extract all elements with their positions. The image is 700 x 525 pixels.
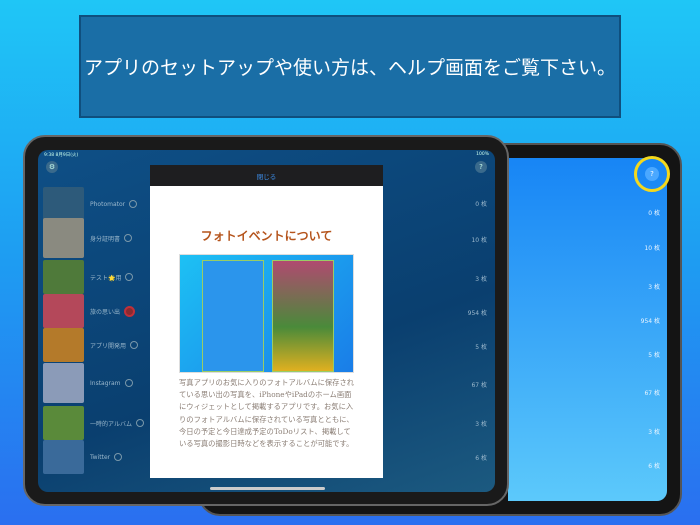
- count: 6 枚: [648, 463, 660, 470]
- status-time: 9:38 8月9日(火): [44, 153, 79, 158]
- check-icon: [129, 200, 138, 208]
- album-name: Photomator: [90, 200, 126, 208]
- list-item[interactable]: Instagram: [43, 363, 133, 403]
- count: 3 枚: [648, 284, 660, 291]
- thumbnail: [43, 406, 84, 440]
- modal-title: フォトイベントについて: [200, 229, 333, 243]
- album-name: アプリ開発用: [90, 342, 127, 350]
- heart-icon: [124, 305, 136, 317]
- album-name: テスト🌟用: [90, 274, 122, 282]
- count: 954 枚: [640, 318, 660, 325]
- thumbnail: [43, 294, 84, 328]
- count: 3 枚: [648, 429, 660, 436]
- album-name: Twitter: [90, 453, 111, 461]
- help-modal: 閉じる フォトイベントについて 写真アプリのお気に入りのフォトアルバムに保存され…: [150, 165, 383, 478]
- modal-header: 閉じる: [150, 165, 383, 186]
- list-item[interactable]: テスト🌟用: [43, 260, 134, 294]
- check-icon: [124, 379, 133, 387]
- count: 0 枚: [475, 201, 487, 208]
- settings-gear-icon[interactable]: ⚙: [46, 161, 58, 173]
- list-item[interactable]: 一時的アルバム: [43, 406, 144, 440]
- instruction-banner: アプリのセットアップや使い方は、ヘルプ画面をご覧下さい。: [79, 15, 621, 118]
- check-icon: [135, 419, 144, 427]
- thumbnail: [43, 218, 84, 258]
- count: 5 枚: [648, 352, 660, 359]
- count: 3 枚: [475, 421, 487, 428]
- thumbnail: [43, 328, 84, 362]
- modal-body: 写真アプリのお気に入りのフォトアルバムに保存されている思い出の写真を、iPhon…: [179, 378, 355, 449]
- list-item[interactable]: Photomator: [43, 187, 138, 221]
- back-ipad-screen: 0 枚 10 枚 3 枚 954 枚 5 枚 67 枚 3 枚 6 枚: [508, 158, 667, 501]
- count: 67 枚: [471, 382, 487, 389]
- thumbnail: [43, 260, 84, 294]
- count: 10 枚: [471, 237, 487, 244]
- list-item[interactable]: Twitter: [43, 440, 123, 474]
- list-item[interactable]: 身分証明書: [43, 218, 133, 258]
- count: 6 枚: [475, 455, 487, 462]
- phone-mockup-widget: [272, 260, 334, 372]
- album-name: 一時的アルバム: [90, 420, 132, 428]
- thumbnail: [43, 363, 84, 403]
- status-battery: 100%: [476, 152, 489, 157]
- list-item[interactable]: アプリ開発用: [43, 328, 139, 362]
- help-icon[interactable]: ?: [475, 161, 487, 173]
- check-icon: [130, 341, 139, 349]
- album-name: 旅の思い出: [90, 308, 121, 316]
- count: 67 枚: [644, 390, 660, 397]
- phone-mockup-list: [202, 260, 264, 372]
- photo-icon: [43, 187, 84, 221]
- check-icon: [114, 453, 123, 461]
- count: 5 枚: [475, 344, 487, 351]
- count: 3 枚: [475, 276, 487, 283]
- home-indicator: [210, 487, 325, 490]
- album-name: 身分証明書: [90, 235, 121, 243]
- check-icon: [124, 234, 133, 242]
- preview-image: [179, 254, 354, 373]
- thumbnail: [43, 440, 84, 474]
- list-item[interactable]: 旅の思い出: [43, 294, 136, 328]
- count: 954 枚: [467, 310, 487, 317]
- banner-text: アプリのセットアップや使い方は、ヘルプ画面をご覧下さい。: [83, 57, 616, 79]
- check-icon: [125, 273, 134, 281]
- close-button[interactable]: 閉じる: [257, 171, 277, 181]
- count: 10 枚: [644, 245, 660, 252]
- highlight-circle: [634, 156, 670, 192]
- album-name: Instagram: [90, 379, 121, 387]
- count: 0 枚: [648, 210, 660, 217]
